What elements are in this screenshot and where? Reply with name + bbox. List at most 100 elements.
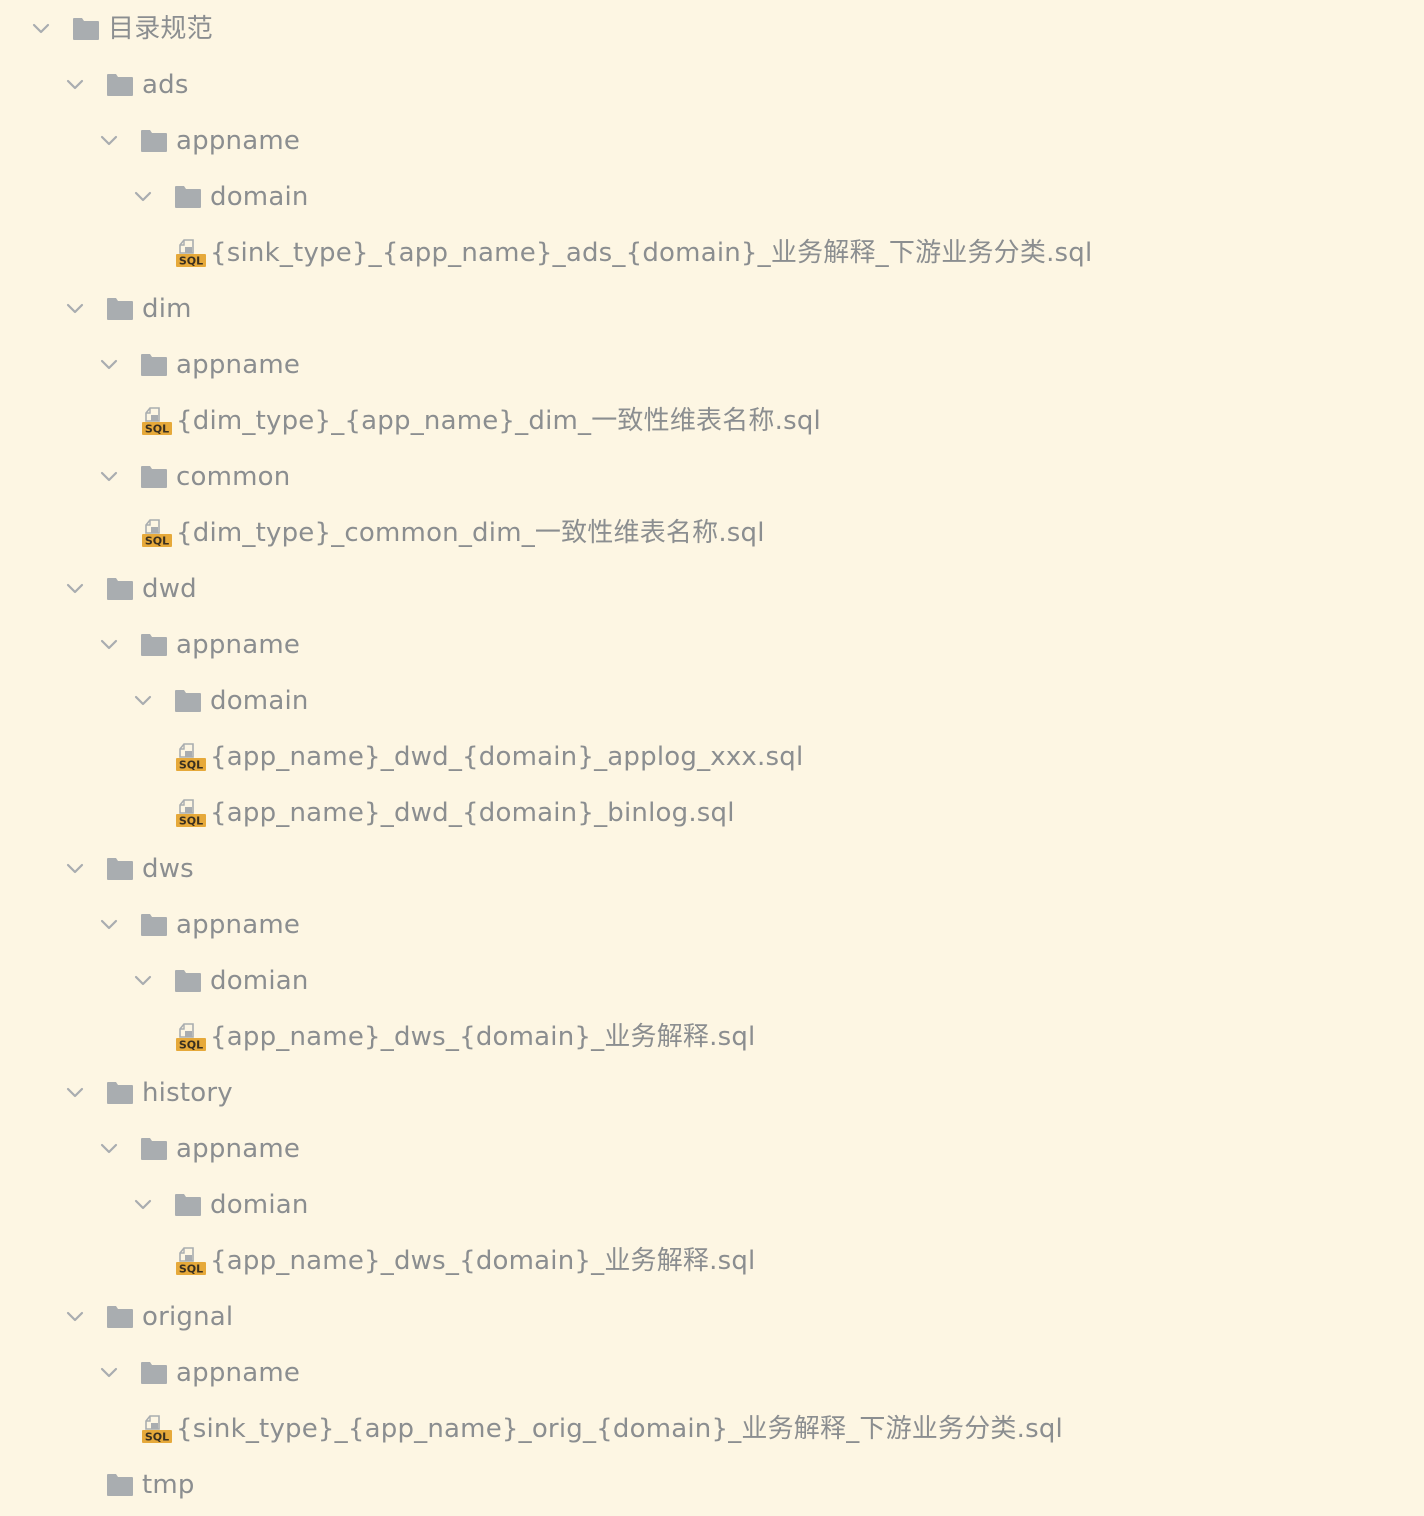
tree-folder-row[interactable]: appname bbox=[0, 1121, 1424, 1177]
folder-icon bbox=[174, 1177, 202, 1233]
folder-label: appname bbox=[176, 1358, 301, 1388]
file-label: {app_name}_dwd_{domain}_binlog.sql bbox=[210, 798, 735, 828]
folder-label: domian bbox=[210, 1190, 309, 1220]
tree-file-row[interactable]: SQL {app_name}_dws_{domain}_业务解释.sql bbox=[0, 1233, 1424, 1289]
file-label: {dim_type}_{app_name}_dim_一致性维表名称.sql bbox=[176, 406, 821, 436]
tree-folder-row[interactable]: dim bbox=[0, 281, 1424, 337]
sql-file-icon: SQL bbox=[176, 1233, 206, 1289]
file-label: {sink_type}_{app_name}_orig_{domain}_业务解… bbox=[176, 1414, 1063, 1444]
svg-text:SQL: SQL bbox=[179, 1039, 203, 1052]
svg-text:SQL: SQL bbox=[145, 423, 169, 436]
chevron-down-icon[interactable] bbox=[94, 897, 124, 953]
tree-folder-row[interactable]: common bbox=[0, 449, 1424, 505]
chevron-down-icon[interactable] bbox=[94, 449, 124, 505]
file-label: {app_name}_dws_{domain}_业务解释.sql bbox=[210, 1022, 756, 1052]
tree-folder-row[interactable]: domian bbox=[0, 953, 1424, 1009]
tree-file-row[interactable]: SQL {app_name}_dwd_{domain}_binlog.sql bbox=[0, 785, 1424, 841]
chevron-down-icon[interactable] bbox=[60, 57, 90, 113]
folder-icon bbox=[106, 1457, 134, 1513]
tree-file-row[interactable]: SQL {app_name}_dwd_{domain}_applog_xxx.sq… bbox=[0, 729, 1424, 785]
folder-icon bbox=[174, 953, 202, 1009]
tree-folder-row[interactable]: orignal bbox=[0, 1289, 1424, 1345]
chevron-down-icon[interactable] bbox=[94, 337, 124, 393]
tree-folder-row[interactable]: appname bbox=[0, 897, 1424, 953]
folder-icon bbox=[140, 449, 168, 505]
folder-label: history bbox=[142, 1078, 233, 1108]
sql-file-icon: SQL bbox=[176, 729, 206, 785]
folder-label: domian bbox=[210, 966, 309, 996]
file-label: {app_name}_dwd_{domain}_applog_xxx.sql bbox=[210, 742, 804, 772]
file-label: {dim_type}_common_dim_一致性维表名称.sql bbox=[176, 518, 765, 548]
chevron-down-icon[interactable] bbox=[128, 953, 158, 1009]
sql-file-icon: SQL bbox=[176, 1009, 206, 1065]
chevron-down-icon[interactable] bbox=[60, 1289, 90, 1345]
tree-folder-row[interactable]: dws bbox=[0, 841, 1424, 897]
folder-label: appname bbox=[176, 126, 301, 156]
folder-icon bbox=[140, 113, 168, 169]
tree-folder-row[interactable]: appname bbox=[0, 113, 1424, 169]
folder-label: appname bbox=[176, 630, 301, 660]
folder-icon bbox=[106, 1065, 134, 1121]
folder-icon bbox=[106, 281, 134, 337]
chevron-down-icon[interactable] bbox=[26, 1, 56, 57]
chevron-down-icon[interactable] bbox=[60, 561, 90, 617]
tree-file-row[interactable]: SQL {sink_type}_{app_name}_orig_{domain}_… bbox=[0, 1401, 1424, 1457]
tree-folder-row[interactable]: tmp bbox=[0, 1457, 1424, 1513]
tree-folder-row[interactable]: domain bbox=[0, 169, 1424, 225]
folder-label: dws bbox=[142, 854, 194, 884]
chevron-down-icon[interactable] bbox=[60, 841, 90, 897]
folder-icon bbox=[174, 169, 202, 225]
chevron-down-icon[interactable] bbox=[128, 673, 158, 729]
tree-folder-row[interactable]: appname bbox=[0, 617, 1424, 673]
folder-icon bbox=[174, 673, 202, 729]
tree-file-row[interactable]: SQL {dim_type}_common_dim_一致性维表名称.sql bbox=[0, 505, 1424, 561]
folder-label: 目录规范 bbox=[108, 14, 213, 44]
chevron-down-icon[interactable] bbox=[60, 281, 90, 337]
sql-file-icon: SQL bbox=[142, 505, 172, 561]
sql-file-icon: SQL bbox=[176, 785, 206, 841]
tree-file-row[interactable]: SQL {sink_type}_{app_name}_ads_{domain}_业… bbox=[0, 225, 1424, 281]
svg-text:SQL: SQL bbox=[179, 815, 203, 828]
tree-folder-row[interactable]: appname bbox=[0, 1345, 1424, 1401]
chevron-down-icon[interactable] bbox=[60, 1065, 90, 1121]
sql-file-icon: SQL bbox=[176, 225, 206, 281]
folder-label: appname bbox=[176, 1134, 301, 1164]
folder-icon bbox=[72, 1, 100, 57]
tree-folder-row[interactable]: ads bbox=[0, 57, 1424, 113]
folder-label: ads bbox=[142, 70, 189, 100]
tree-folder-row[interactable]: domian bbox=[0, 1177, 1424, 1233]
file-label: {sink_type}_{app_name}_ads_{domain}_业务解释… bbox=[210, 238, 1093, 268]
folder-icon bbox=[140, 897, 168, 953]
folder-label: dim bbox=[142, 294, 192, 324]
svg-text:SQL: SQL bbox=[145, 535, 169, 548]
chevron-down-icon[interactable] bbox=[94, 1345, 124, 1401]
tree-file-row[interactable]: SQL {dim_type}_{app_name}_dim_一致性维表名称.sql bbox=[0, 393, 1424, 449]
folder-icon bbox=[106, 57, 134, 113]
tree-file-row[interactable]: SQL {app_name}_dws_{domain}_业务解释.sql bbox=[0, 1009, 1424, 1065]
folder-label: appname bbox=[176, 910, 301, 940]
folder-label: common bbox=[176, 462, 291, 492]
svg-text:SQL: SQL bbox=[179, 1263, 203, 1276]
folder-icon bbox=[140, 1345, 168, 1401]
chevron-down-icon[interactable] bbox=[94, 113, 124, 169]
folder-label: domain bbox=[210, 686, 309, 716]
chevron-down-icon[interactable] bbox=[128, 169, 158, 225]
folder-label: tmp bbox=[142, 1470, 195, 1500]
tree-folder-row[interactable]: appname bbox=[0, 337, 1424, 393]
chevron-down-icon[interactable] bbox=[94, 1121, 124, 1177]
sql-file-icon: SQL bbox=[142, 1401, 172, 1457]
tree-folder-row[interactable]: domain bbox=[0, 673, 1424, 729]
tree-folder-row[interactable]: dwd bbox=[0, 561, 1424, 617]
folder-label: appname bbox=[176, 350, 301, 380]
folder-label: orignal bbox=[142, 1302, 234, 1332]
folder-icon bbox=[140, 337, 168, 393]
folder-icon bbox=[106, 561, 134, 617]
folder-icon bbox=[140, 1121, 168, 1177]
chevron-down-icon[interactable] bbox=[94, 617, 124, 673]
sql-file-icon: SQL bbox=[142, 393, 172, 449]
svg-text:SQL: SQL bbox=[179, 255, 203, 268]
chevron-down-icon[interactable] bbox=[128, 1177, 158, 1233]
tree-folder-row[interactable]: 目录规范 bbox=[0, 1, 1424, 57]
file-label: {app_name}_dws_{domain}_业务解释.sql bbox=[210, 1246, 756, 1276]
tree-folder-row[interactable]: history bbox=[0, 1065, 1424, 1121]
